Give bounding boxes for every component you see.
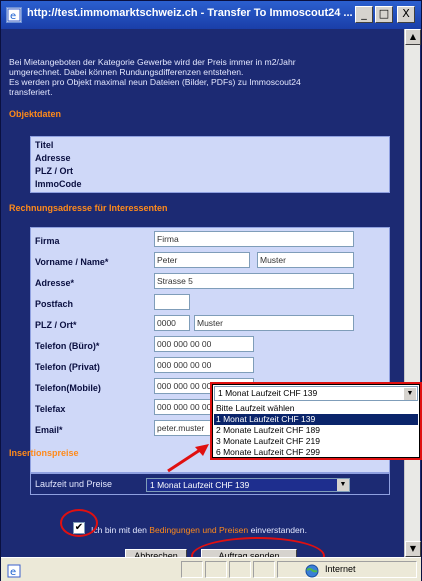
plz-field[interactable]: 0000 xyxy=(154,315,190,331)
plz-ort-label: PLZ / Ort xyxy=(35,166,73,176)
status-pane xyxy=(205,561,227,578)
status-pane xyxy=(181,561,203,578)
postfach-label: Postfach xyxy=(35,299,74,309)
insertionspreise-box: Laufzeit und Preise 1 Monat Laufzeit CHF… xyxy=(30,473,390,495)
window-title: http://test.immomarktschweiz.ch - Transf… xyxy=(27,7,353,19)
laufzeit-select-value: 1 Monat Laufzeit CHF 139 xyxy=(150,480,250,490)
adresse-label: Adresse* xyxy=(35,278,75,288)
intro-text: Bei Mietangeboten der Kategorie Gewerbe … xyxy=(9,57,401,97)
vorname-field[interactable]: Peter xyxy=(154,252,250,268)
adresse-field[interactable]: Strasse 5 xyxy=(154,273,354,289)
vertical-scrollbar[interactable]: ▲ ▼ xyxy=(404,29,421,557)
adresse-label: Adresse xyxy=(35,153,71,163)
annotation-circle-checkbox xyxy=(60,509,98,537)
immocode-label: ImmoCode xyxy=(35,179,82,189)
email-label: Email* xyxy=(35,425,63,435)
objektdaten-heading: Objektdaten xyxy=(9,109,62,119)
postfach-field[interactable] xyxy=(154,294,190,310)
agree-prefix: Ich bin mit den xyxy=(91,525,150,535)
zone-label: Internet xyxy=(325,564,356,574)
ie-page-icon: e xyxy=(6,7,22,23)
agree-suffix: einverstanden. xyxy=(248,525,307,535)
plz-ort-label: PLZ / Ort* xyxy=(35,320,77,330)
nachname-field[interactable]: Muster xyxy=(257,252,354,268)
title-bar[interactable]: e http://test.immomarktschweiz.ch - Tran… xyxy=(1,1,421,29)
scroll-down-icon[interactable]: ▼ xyxy=(405,541,421,557)
scroll-up-icon[interactable]: ▲ xyxy=(405,29,421,45)
svg-text:e: e xyxy=(10,567,16,578)
titel-label: Titel xyxy=(35,140,54,150)
rechnungsadresse-heading: Rechnungsadresse für Interessenten xyxy=(9,203,168,213)
laufzeit-select[interactable]: 1 Monat Laufzeit CHF 139 ▼ xyxy=(146,478,350,492)
firma-field[interactable]: Firma xyxy=(154,231,354,247)
page-status-icon: e xyxy=(7,563,21,578)
intro-line: transferiert. xyxy=(9,87,53,97)
intro-line: umgerechnet. Dabei können Rundungsdiffer… xyxy=(9,67,244,77)
telefon-privat-field[interactable]: 000 000 00 00 xyxy=(154,357,254,373)
telefon-buero-label: Telefon (Büro)* xyxy=(35,341,100,351)
agree-text: Ich bin mit den Bedingungen und Preisen … xyxy=(91,525,307,535)
ort-field[interactable]: Muster xyxy=(194,315,354,331)
insertionspreise-heading: Insertionspreise xyxy=(9,448,79,458)
svg-text:e: e xyxy=(10,11,16,22)
objektdaten-box: Titel Adresse PLZ / Ort ImmoCode xyxy=(30,136,390,193)
telefon-privat-label: Telefon (Privat) xyxy=(35,362,100,372)
terms-link[interactable]: Bedingungen und Preisen xyxy=(149,525,248,535)
status-bar: e Internet xyxy=(1,557,421,581)
maximize-button[interactable]: □ xyxy=(375,6,393,23)
page-content: Bei Mietangeboten der Kategorie Gewerbe … xyxy=(1,29,405,557)
status-pane xyxy=(253,561,275,578)
globe-icon xyxy=(305,563,319,578)
minimize-button[interactable]: _ xyxy=(355,6,373,23)
name-label: Vorname / Name* xyxy=(35,257,109,267)
annotation-box xyxy=(210,382,422,460)
browser-window: e http://test.immomarktschweiz.ch - Tran… xyxy=(0,0,422,581)
telefon-mobile-label: Telefon(Mobile) xyxy=(35,383,101,393)
cancel-button[interactable]: Abbrechen xyxy=(125,549,187,557)
firma-label: Firma xyxy=(35,236,60,246)
telefon-buero-field[interactable]: 000 000 00 00 xyxy=(154,336,254,352)
annotation-arrow-icon xyxy=(167,444,209,473)
chevron-down-icon[interactable]: ▼ xyxy=(337,479,349,491)
laufzeit-label: Laufzeit und Preise xyxy=(35,479,113,489)
intro-line: Es werden pro Objekt maximal neun Dateie… xyxy=(9,77,301,87)
status-pane xyxy=(229,561,251,578)
telefax-label: Telefax xyxy=(35,404,66,414)
intro-line: Bei Mietangeboten der Kategorie Gewerbe … xyxy=(9,57,296,67)
close-button[interactable]: X xyxy=(397,6,415,23)
